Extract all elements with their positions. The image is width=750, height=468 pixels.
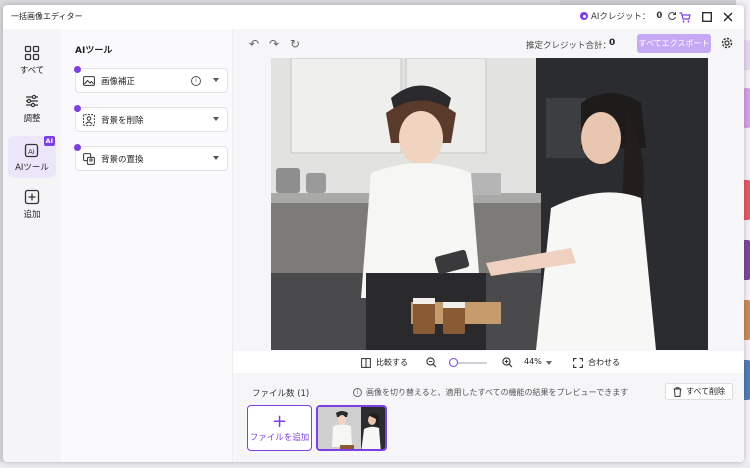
cart-icon[interactable]	[678, 10, 692, 24]
add-file-button[interactable]: + ファイルを追加	[247, 405, 312, 451]
editor-toolbar: ↶ ↷ ↻ 推定クレジット合計： 0 すべてエクスポート	[233, 29, 744, 59]
window-title: 一括画像エディター	[11, 12, 83, 21]
new-dot	[74, 66, 81, 73]
chevron-down-icon[interactable]	[213, 117, 219, 121]
preview-controls: 比較する 44% 合わせる	[233, 351, 744, 373]
chevron-down-icon[interactable]	[213, 156, 219, 160]
plus-icon: +	[271, 411, 288, 432]
add-file-label: ファイルを追加	[249, 433, 310, 443]
fit-button[interactable]: 合わせる	[573, 357, 620, 368]
image-enhance-icon	[83, 75, 95, 86]
ai-icon: Ai	[24, 143, 39, 157]
preview-hint: i 画像を切り替えると、適用したすべての機能の結果をプレビューできます	[353, 387, 628, 398]
grid-icon	[24, 45, 40, 60]
nav-all-label: すべて	[19, 65, 45, 76]
maximize-icon[interactable]	[700, 10, 714, 24]
tool-replace-background[interactable]: 背景の置換	[74, 144, 228, 171]
ai-credits-label: AIクレジット：	[591, 12, 651, 22]
refresh-credits-icon[interactable]	[667, 11, 677, 21]
zoom-in-icon[interactable]	[502, 357, 513, 368]
tool-remove-background-label: 背景を削除	[101, 115, 144, 126]
tool-remove-background[interactable]: 背景を削除	[74, 105, 228, 132]
chevron-down-icon	[546, 361, 552, 365]
nav-adjust-label: 調整	[23, 113, 41, 124]
delete-all-label: すべて削除	[685, 387, 726, 396]
info-icon[interactable]: i	[191, 76, 201, 86]
ai-badge: AI	[43, 136, 55, 146]
tool-image-enhance[interactable]: 画像補正 i	[74, 66, 228, 93]
estimated-credits-label: 推定クレジット合計：	[526, 41, 612, 51]
compare-button[interactable]: 比較する	[361, 357, 408, 368]
background-app-bottom	[0, 462, 750, 468]
fit-screen-icon	[573, 357, 583, 368]
redo-icon[interactable]: ↷	[267, 37, 281, 51]
plus-square-icon	[24, 189, 40, 204]
batch-image-editor-window: 一括画像エディター AIクレジット： 0 すべて 調整 AI Ai AIツール …	[3, 5, 744, 462]
zoom-level-select[interactable]: 44%	[518, 355, 558, 369]
main-editor: ↶ ↷ ↻ 推定クレジット合計： 0 すべてエクスポート 比較する 44% 合わ…	[233, 29, 744, 462]
info-icon: i	[353, 388, 362, 397]
preview-photo	[271, 58, 708, 350]
tool-image-enhance-label: 画像補正	[101, 76, 136, 87]
tool-replace-background-label: 背景の置換	[101, 154, 144, 165]
nav-adjust[interactable]: 調整	[8, 87, 56, 129]
file-count-label: ファイル数 (1)	[252, 389, 310, 399]
svg-text:Ai: Ai	[28, 148, 35, 156]
compare-icon	[361, 357, 371, 368]
nav-add[interactable]: 追加	[8, 183, 56, 225]
file-thumbnail[interactable]	[316, 405, 387, 451]
settings-gear-icon[interactable]	[720, 36, 734, 50]
sliders-icon	[26, 94, 38, 107]
undo-icon[interactable]: ↶	[247, 37, 261, 51]
estimated-credits-value: 0	[609, 38, 616, 48]
ai-credits-value: 0	[656, 11, 663, 21]
zoom-level-value: 44%	[524, 357, 542, 366]
compare-label: 比較する	[376, 358, 408, 367]
close-icon[interactable]	[721, 10, 735, 24]
new-dot	[74, 105, 81, 112]
nav-ai-tools[interactable]: AI Ai AIツール	[8, 136, 56, 178]
thumbnail-photo	[318, 407, 385, 449]
zoom-slider-handle[interactable]	[449, 358, 459, 367]
nav-add-label: 追加	[23, 209, 41, 220]
image-preview	[271, 58, 708, 350]
reset-icon[interactable]: ↻	[288, 37, 302, 51]
nav-ai-tools-label: AIツール	[15, 162, 49, 173]
chevron-down-icon[interactable]	[213, 78, 219, 82]
new-dot	[74, 144, 81, 151]
tools-panel-title: AIツール	[75, 46, 113, 56]
left-nav-rail: すべて 調整 AI Ai AIツール 追加	[3, 29, 61, 462]
ai-tools-panel: AIツール 画像補正 i 背景を削除 背景の置換	[61, 29, 233, 462]
ai-credits: AIクレジット： 0	[580, 10, 677, 22]
trash-icon	[673, 386, 682, 397]
delete-all-button[interactable]: すべて削除	[665, 383, 733, 400]
nav-all[interactable]: すべて	[8, 39, 56, 81]
remove-background-icon	[83, 113, 95, 126]
export-all-button[interactable]: すべてエクスポート	[637, 34, 711, 53]
title-bar: 一括画像エディター AIクレジット： 0	[3, 5, 744, 29]
replace-background-icon	[83, 152, 95, 165]
files-panel: ファイル数 (1) i 画像を切り替えると、適用したすべての機能の結果をプレビュ…	[233, 378, 744, 462]
preview-hint-text: 画像を切り替えると、適用したすべての機能の結果をプレビューできます	[366, 388, 629, 397]
fit-label: 合わせる	[588, 358, 620, 367]
credit-icon	[580, 12, 588, 20]
zoom-out-icon[interactable]	[426, 357, 437, 368]
